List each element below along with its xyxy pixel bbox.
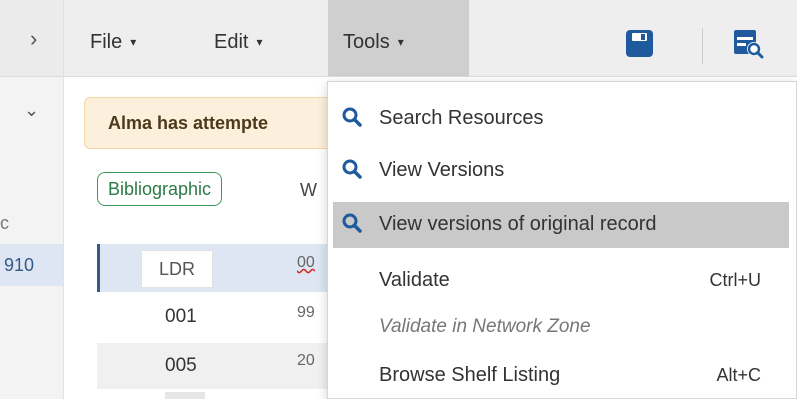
menu-item-shortcut: Alt+C [716,365,761,385]
menu-item-view-versions[interactable]: View Versions [333,148,789,192]
menu-item-label: View Versions [379,159,505,181]
field-value[interactable]: 99 [297,304,315,322]
menu-item-browse-shelf-listing[interactable]: Browse Shelf Listing Alt+C [333,353,789,397]
menu-item-view-original-versions[interactable]: View versions of original record [333,202,789,248]
field-tag[interactable]: 005 [165,355,197,377]
save-icon[interactable] [626,30,653,57]
caret-down-icon: ▾ [397,35,404,49]
menu-item-validate[interactable]: Validate Ctrl+U [333,258,789,302]
left-selected-row[interactable]: 910 [0,244,63,286]
menu-item-shortcut: Ctrl+U [709,270,761,290]
menu-edit-label: Edit [214,31,249,53]
left-row-value: 910 [4,255,35,275]
tab-bibliographic[interactable]: Bibliographic [97,172,223,206]
chevron-right-icon[interactable]: › [30,26,37,52]
tab-partial[interactable]: W [300,180,317,201]
menu-tools[interactable]: Tools ▾ [328,0,469,76]
menu-item-label: Validate in Network Zone [379,316,591,337]
menu-item-label: Search Resources [379,107,544,129]
menu-item-validate-network-zone: Validate in Network Zone [333,305,789,349]
next-row-partial [165,392,205,399]
view-record-icon[interactable] [733,28,765,60]
alert-text: Alma has attempte [108,113,269,133]
search-icon [342,107,362,127]
field-tag-input[interactable]: LDR [141,250,213,288]
caret-down-icon: ▾ [130,35,137,49]
menu-item-search-resources[interactable]: Search Resources [333,96,789,140]
menu-file-label: File [90,31,123,53]
menu-tools-label: Tools [343,31,390,53]
caret-down-icon: ▾ [256,35,263,49]
chevron-down-icon[interactable]: ⌄ [24,100,39,121]
menu-item-label: View versions of original record [379,213,657,235]
field-tag[interactable]: 001 [165,306,197,328]
menu-item-label: Validate [379,269,450,291]
menu-file[interactable]: File ▾ [90,0,136,76]
menu-item-label: Browse Shelf Listing [379,364,561,386]
menu-edit[interactable]: Edit ▾ [214,0,263,76]
toolbar-divider [702,28,703,64]
search-icon [342,159,362,179]
field-value[interactable]: 20 [297,352,315,370]
search-icon [342,213,362,233]
left-partial-text: c [0,213,9,233]
field-value[interactable]: 00 [297,254,315,272]
